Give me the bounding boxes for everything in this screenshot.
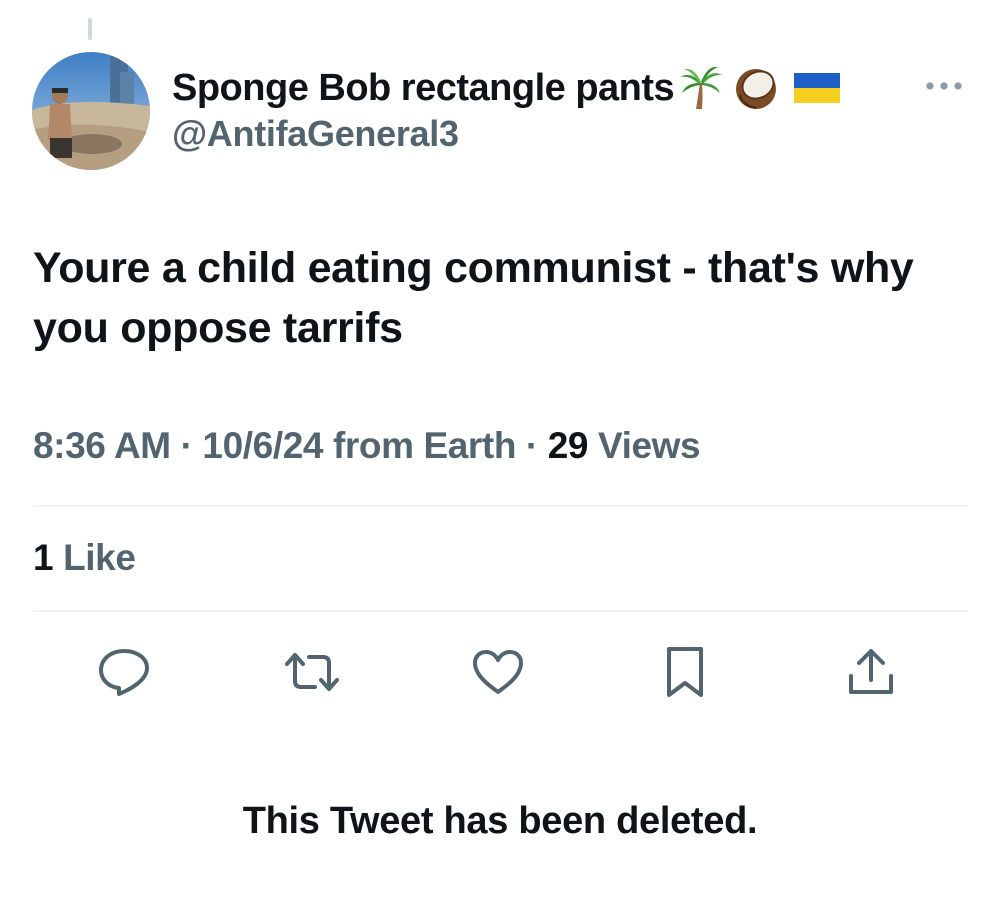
tweet-text: Youre a child eating communist - that's … (33, 244, 914, 352)
deleted-tweet-notice: This Tweet has been deleted. (242, 800, 758, 842)
tweet-metadata: 8:36 AM · 10/6/24 from Earth · 29 Views (33, 425, 701, 467)
reply-icon (97, 647, 151, 697)
bookmark-button[interactable] (657, 644, 713, 700)
share-button[interactable] (843, 644, 899, 700)
palm-tree-icon (678, 65, 724, 111)
likes-label: Like (63, 537, 136, 578)
retweet-button[interactable] (284, 644, 340, 700)
tweet-source: from Earth (332, 425, 517, 466)
coconut-icon (732, 65, 780, 111)
views-count: 29 (547, 425, 589, 466)
display-name[interactable]: Sponge Bob rectangle pants (172, 67, 675, 110)
likes-count: 1 (33, 537, 54, 578)
likes-summary[interactable]: 1 Like (33, 537, 136, 579)
avatar[interactable] (32, 52, 150, 170)
tweet-time[interactable]: 8:36 AM (33, 425, 171, 466)
share-icon (846, 646, 896, 698)
meta-separator: · (525, 425, 538, 466)
bookmark-icon (663, 645, 707, 699)
divider (33, 610, 968, 612)
meta-separator: · (180, 425, 193, 466)
reply-button[interactable] (96, 644, 152, 700)
more-options-icon (924, 78, 964, 96)
ukraine-flag-icon (794, 71, 841, 105)
divider (33, 505, 968, 507)
like-button[interactable] (470, 644, 526, 700)
tweet-date[interactable]: 10/6/24 (202, 425, 323, 466)
retweet-icon (283, 649, 341, 695)
thread-connector-line (88, 18, 92, 40)
like-icon (471, 648, 525, 696)
more-options-button[interactable] (918, 72, 970, 102)
display-name-row[interactable]: Sponge Bob rectangle pants (172, 62, 841, 114)
user-handle[interactable]: @AntifaGeneral3 (172, 113, 459, 155)
views-label: Views (597, 425, 701, 466)
